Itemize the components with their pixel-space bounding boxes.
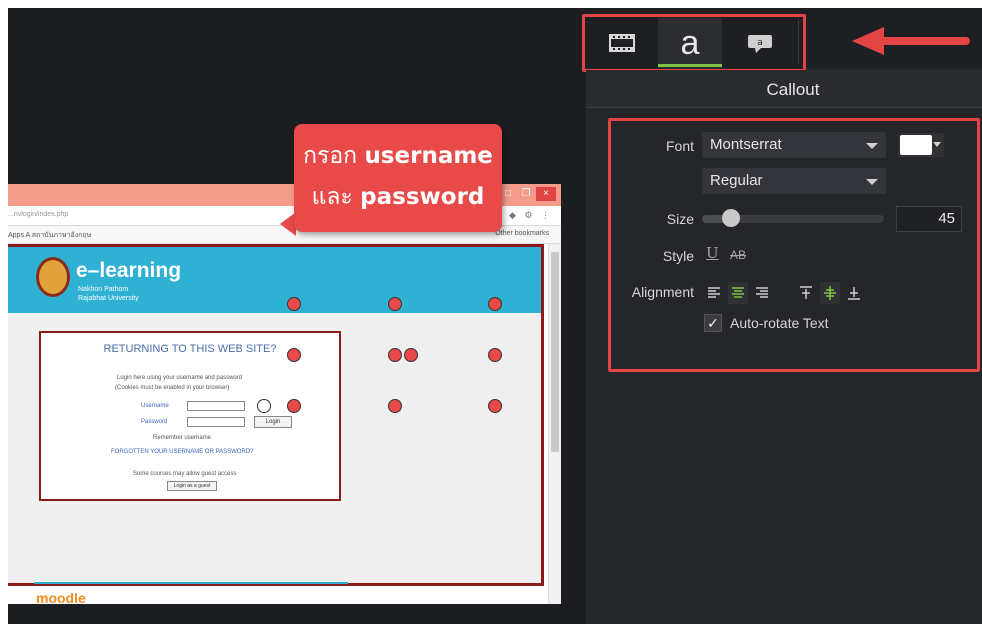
callout-text-line1[interactable]: กรอก username (294, 138, 502, 174)
bookmark-other: Other bookmarks (495, 230, 549, 237)
password-label: Password (141, 419, 168, 425)
address-url: ...nvlogin/index.php (8, 211, 69, 218)
moodle-logo: moodle (36, 590, 86, 604)
site-banner: e–learning Nakhon Pathom Rajabhat Univer… (8, 247, 541, 313)
resize-handle-right[interactable] (488, 348, 502, 362)
panel-tab-bar: a a (582, 8, 982, 72)
cookie-note: (Cookies must be enabled in your browser… (115, 385, 230, 391)
rotate-handle-alt[interactable] (404, 348, 418, 362)
resize-handle-top[interactable] (388, 297, 402, 311)
tabs-highlight-box (582, 14, 806, 72)
pointer-arrow-icon (852, 27, 970, 55)
site-subtitle: Nakhon Pathom Rajabhat University (78, 286, 139, 302)
panel-title: Callout (766, 80, 820, 99)
site-title: e–learning (76, 259, 182, 282)
resize-handle-top-left[interactable] (287, 297, 301, 311)
university-seal-icon (36, 257, 70, 297)
username-label: Username (141, 403, 169, 409)
resize-handle-bottom[interactable] (388, 399, 402, 413)
guest-login-button: Login as a guest (167, 481, 217, 491)
resize-handle-bottom-right[interactable] (488, 399, 502, 413)
browser-scrollbar (548, 244, 561, 604)
rotate-handle[interactable] (388, 348, 402, 362)
password-field (187, 417, 245, 427)
resize-handle-left[interactable] (287, 348, 301, 362)
scroll-thumb (551, 252, 559, 452)
guest-note: Some courses may allow guest access (133, 471, 237, 477)
footer-divider (34, 582, 348, 584)
callout-tail-handle[interactable] (257, 399, 271, 413)
bookmark-apps: Apps A สถาบันภาษาอังกฤษ (8, 232, 92, 239)
login-note: Login here using your username and passw… (117, 375, 243, 381)
panel-header: Callout (586, 70, 982, 108)
close-icon: × (536, 187, 556, 201)
username-field (187, 401, 245, 411)
moodle-page-frame: e–learning Nakhon Pathom Rajabhat Univer… (8, 244, 544, 604)
remember-username: Remember username (153, 435, 212, 441)
callout-bold-word: password (360, 184, 485, 210)
resize-handle-bottom-left[interactable] (287, 399, 301, 413)
callout-shape[interactable]: กรอก username และ password (294, 124, 502, 232)
forgot-password-link: FORGOTTEN YOUR USERNAME OR PASSWORD? (111, 449, 254, 455)
properties-highlight-box (608, 118, 980, 372)
resize-handle-top-right[interactable] (488, 297, 502, 311)
restore-icon: ❐ (521, 188, 531, 199)
login-button: Login (254, 416, 292, 428)
recorded-browser-screenshot[interactable]: – □ ❐ × ...nvlogin/index.php ☆ ▣ ■ ◆ ⚙ ⋮… (8, 184, 561, 604)
callout-thai-word: กรอก (303, 143, 358, 169)
maximize-icon: □ (504, 188, 512, 199)
properties-panel: a a Callout Font Montserrat Regular Size (582, 8, 982, 624)
editor-canvas[interactable]: – □ ❐ × ...nvlogin/index.php ☆ ▣ ■ ◆ ⚙ ⋮… (8, 8, 586, 624)
callout-text-line2[interactable]: และ password (294, 179, 502, 215)
callout-thai-word: และ (311, 184, 353, 210)
callout-bold-word: username (364, 143, 493, 169)
